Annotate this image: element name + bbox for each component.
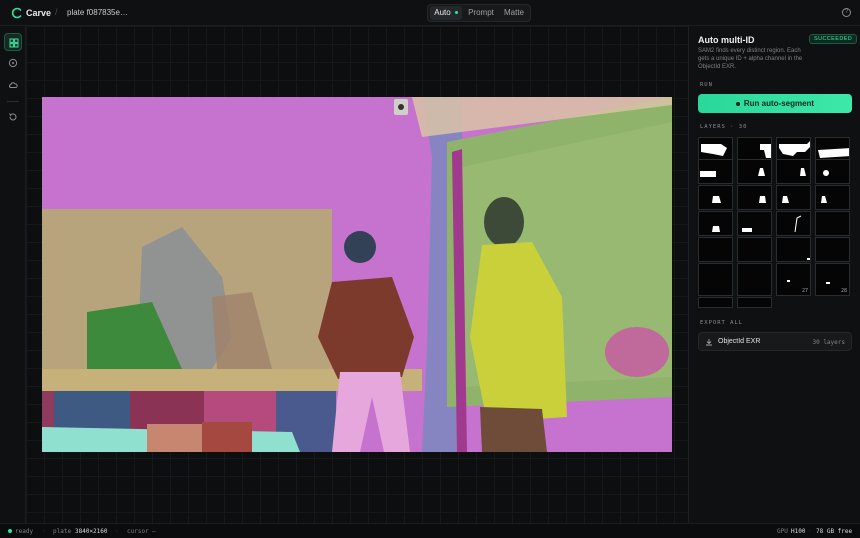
layer-thumb[interactable] xyxy=(698,297,733,308)
layer-thumb[interactable] xyxy=(737,237,772,262)
layer-thumb[interactable] xyxy=(776,159,811,184)
plate-name[interactable]: plate f087835e… xyxy=(67,8,128,17)
download-icon xyxy=(706,339,712,346)
panel-description: SAM2 finds every distinct region. Each g… xyxy=(698,48,803,70)
layer-thumb[interactable] xyxy=(815,185,850,210)
layer-number: 28 xyxy=(840,288,847,294)
export-objectid-exr-button[interactable]: ObjectId EXR 30 layers xyxy=(698,332,852,351)
layer-thumb[interactable] xyxy=(815,237,850,262)
top-bar: Carve / plate f087835e… Auto Prompt Matt… xyxy=(0,0,860,26)
status-sep: · xyxy=(42,528,46,535)
run-button-label: Run auto-segment xyxy=(743,99,815,108)
layer-thumb[interactable]: 28 xyxy=(815,263,850,296)
segment-person-right-pants xyxy=(480,407,547,452)
layer-thumb[interactable] xyxy=(815,159,850,184)
layer-thumb[interactable] xyxy=(815,211,850,236)
segment-book-2 xyxy=(202,422,252,452)
run-auto-segment-button[interactable]: Run auto-segment xyxy=(698,94,852,113)
layer-thumb[interactable] xyxy=(698,211,733,236)
status-disk: 78 GB free xyxy=(816,528,853,535)
rail-history-button[interactable] xyxy=(4,108,22,126)
status-cursor-value: — xyxy=(152,528,156,535)
breadcrumb-separator: / xyxy=(55,7,58,17)
status-plate-label: plate xyxy=(53,528,72,535)
layers-icon xyxy=(9,38,19,48)
status-cursor-label: cursor xyxy=(127,528,149,535)
status-sep: · xyxy=(115,528,119,535)
mode-switcher: Auto Prompt Matte xyxy=(427,4,531,22)
run-section-label: RUN xyxy=(700,82,713,88)
status-state: ready xyxy=(15,528,34,535)
run-dot-icon xyxy=(735,101,740,106)
layer-thumb[interactable] xyxy=(776,211,811,236)
layer-thumb[interactable] xyxy=(737,185,772,210)
layers-section-label: LAYERS · 30 xyxy=(700,124,748,130)
status-gpu-label: GPU xyxy=(777,528,788,535)
panel-title: Auto multi-ID xyxy=(698,35,755,45)
mode-tab-auto[interactable]: Auto xyxy=(430,6,462,20)
layer-thumb[interactable] xyxy=(698,263,733,296)
layer-thumb[interactable] xyxy=(776,185,811,210)
mode-tab-prompt[interactable]: Prompt xyxy=(464,6,498,20)
rail-divider xyxy=(7,101,19,102)
right-panel: Auto multi-ID SUCCEEDED SAM2 finds every… xyxy=(688,26,860,523)
canvas-viewport[interactable] xyxy=(26,26,688,523)
mode-tab-matte[interactable]: Matte xyxy=(499,6,529,20)
mode-tab-auto-label: Auto xyxy=(434,8,451,17)
cloud-icon xyxy=(9,82,18,88)
layer-thumb[interactable] xyxy=(737,263,772,296)
rail-layers-button[interactable] xyxy=(4,33,22,51)
status-dot-icon xyxy=(8,529,12,533)
layer-thumb[interactable] xyxy=(737,297,772,308)
status-sep: · xyxy=(808,528,812,535)
active-dot xyxy=(454,11,458,15)
rail-cloud-button[interactable] xyxy=(4,76,22,94)
layer-thumb[interactable] xyxy=(698,237,733,262)
status-bar: ready · plate 3840×2160 · cursor — GPU H… xyxy=(0,523,860,538)
help-icon[interactable]: ? xyxy=(842,8,851,17)
layer-thumb[interactable] xyxy=(776,237,811,262)
app-brand[interactable]: Carve xyxy=(26,8,51,18)
export-section-label: EXPORT ALL xyxy=(700,320,744,326)
segment-chair xyxy=(605,327,669,377)
rail-target-button[interactable] xyxy=(4,54,22,72)
segmented-plate-image[interactable] xyxy=(42,97,672,452)
layer-grid: 27 28 xyxy=(698,137,853,308)
export-layer-count: 30 layers xyxy=(812,339,845,346)
layer-thumb[interactable]: 27 xyxy=(776,263,811,296)
layer-thumb[interactable] xyxy=(737,159,772,184)
status-badge: SUCCEEDED xyxy=(809,34,858,44)
carve-logo-icon xyxy=(11,7,22,19)
export-label: ObjectId EXR xyxy=(718,338,761,345)
layer-thumb[interactable] xyxy=(698,185,733,210)
left-rail xyxy=(0,26,26,523)
layer-number: 27 xyxy=(801,288,808,294)
target-icon xyxy=(8,58,18,68)
status-gpu-value: H100 xyxy=(791,528,806,535)
history-icon xyxy=(8,113,17,121)
status-plate-value: 3840×2160 xyxy=(75,528,108,535)
segment-person-left-head xyxy=(344,231,376,263)
layer-thumb[interactable] xyxy=(698,159,733,184)
segment-book-1 xyxy=(147,424,202,452)
segment-person-right-head xyxy=(484,197,524,247)
layer-thumb[interactable] xyxy=(737,211,772,236)
